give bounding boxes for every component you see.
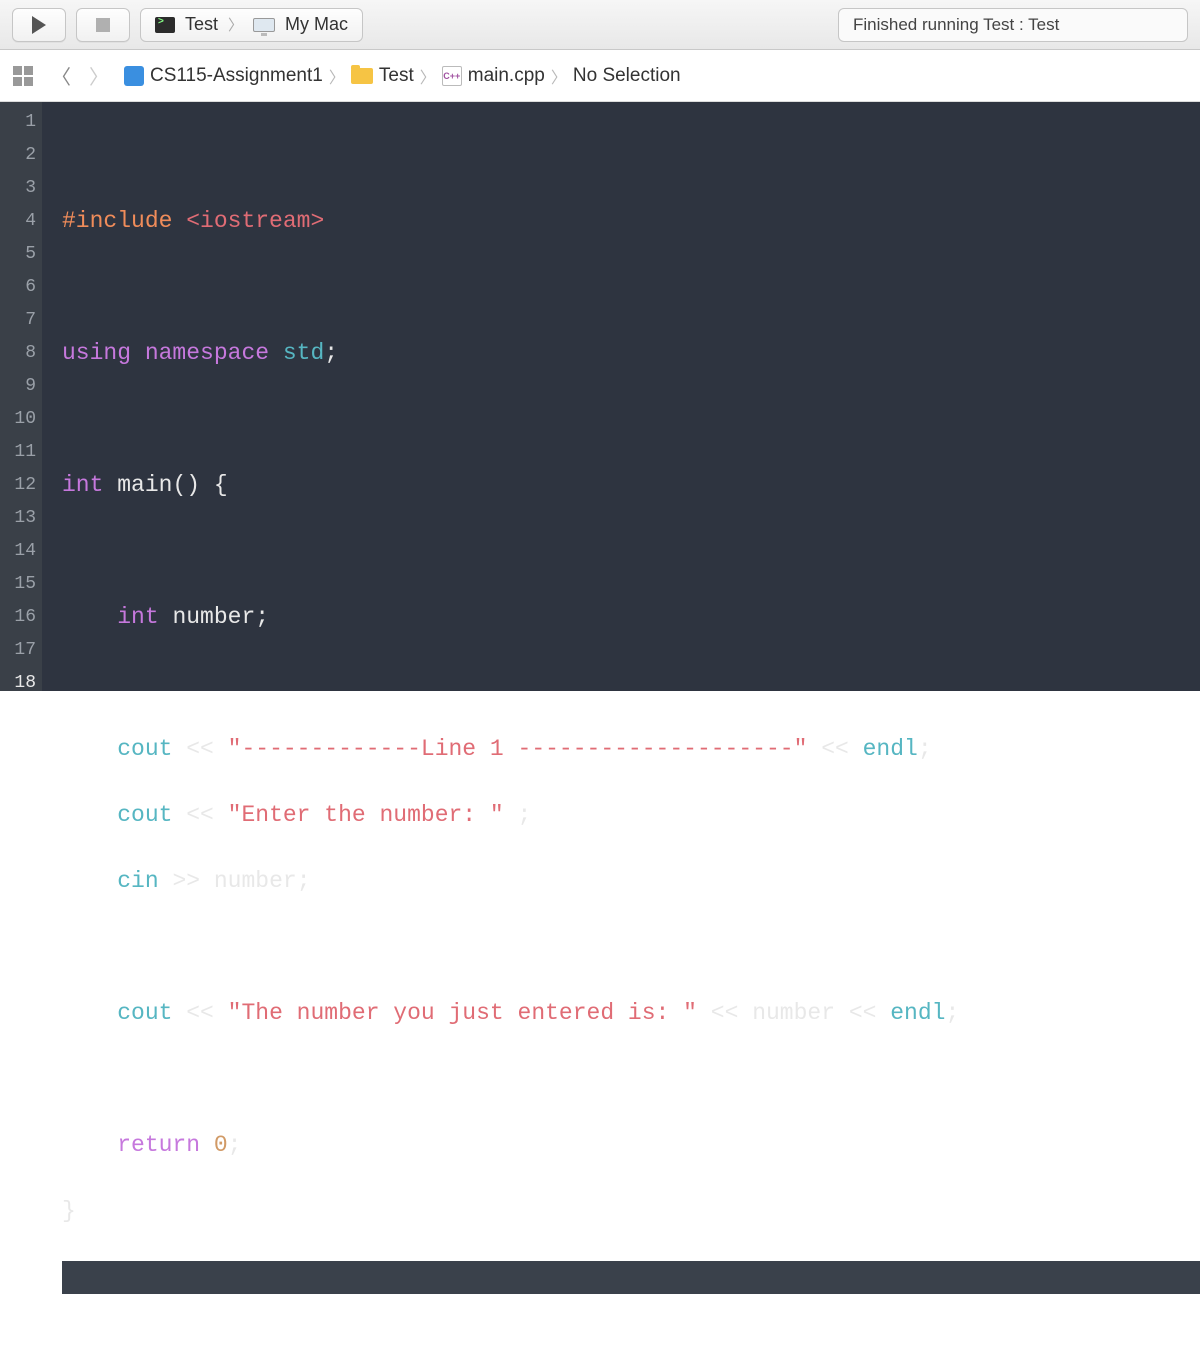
mac-icon xyxy=(253,18,275,32)
line-number: 15 xyxy=(0,568,36,601)
line-number: 16 xyxy=(0,601,36,634)
chevron-right-icon: 〉 xyxy=(329,64,345,88)
line-number: 10 xyxy=(0,403,36,436)
token-ident: number xyxy=(752,1000,835,1026)
code-editor[interactable]: 1 2 3 4 5 6 7 8 9 10 11 12 13 14 15 16 1… xyxy=(0,102,1200,691)
play-icon xyxy=(32,16,46,34)
token-op: << xyxy=(821,736,849,762)
scheme-device-label: My Mac xyxy=(285,14,348,35)
token-keyword: namespace xyxy=(145,340,269,366)
scheme-selector[interactable]: Test 〉 My Mac xyxy=(140,8,363,42)
token-preproc: #include xyxy=(62,208,172,234)
folder-icon xyxy=(351,68,373,84)
line-number-gutter: 1 2 3 4 5 6 7 8 9 10 11 12 13 14 15 16 1… xyxy=(0,102,42,691)
token-type: cin xyxy=(117,868,158,894)
line-number: 11 xyxy=(0,436,36,469)
token-op: >> xyxy=(172,868,200,894)
status-text: Finished running Test : Test xyxy=(853,15,1059,35)
line-number: 9 xyxy=(0,370,36,403)
token-keyword: using xyxy=(62,340,131,366)
line-number: 4 xyxy=(0,205,36,238)
stop-icon xyxy=(96,18,110,32)
token-op: << xyxy=(186,802,214,828)
line-number: 2 xyxy=(0,139,36,172)
project-icon xyxy=(124,66,144,86)
scheme-target-label: Test xyxy=(185,14,218,35)
token-type: cout xyxy=(117,1000,172,1026)
token-op: << xyxy=(186,736,214,762)
breadcrumb-selection[interactable]: No Selection xyxy=(573,65,681,87)
token-keyword: int xyxy=(62,472,103,498)
run-button[interactable] xyxy=(12,8,66,42)
line-number: 1 xyxy=(0,106,36,139)
breadcrumb-project[interactable]: CS115-Assignment1 xyxy=(150,65,323,87)
status-bar: Finished running Test : Test xyxy=(838,8,1188,42)
token-op: ; xyxy=(518,802,532,828)
line-number: 5 xyxy=(0,238,36,271)
token-string: "-------------Line 1 -------------------… xyxy=(228,736,808,762)
toolbar: Test 〉 My Mac Finished running Test : Te… xyxy=(0,0,1200,50)
line-number: 3 xyxy=(0,172,36,205)
line-number: 17 xyxy=(0,634,36,667)
line-number: 6 xyxy=(0,271,36,304)
chevron-right-icon: 〉 xyxy=(551,64,567,88)
breadcrumb-file[interactable]: main.cpp xyxy=(468,65,545,87)
line-number: 12 xyxy=(0,469,36,502)
token-ident: number; xyxy=(172,604,269,630)
related-items-button[interactable] xyxy=(10,63,36,89)
token-brace: } xyxy=(62,1198,76,1224)
token-keyword: return xyxy=(117,1132,200,1158)
line-number: 14 xyxy=(0,535,36,568)
forward-button[interactable]: 〉 xyxy=(86,63,112,89)
token-op: << xyxy=(849,1000,877,1026)
line-number: 7 xyxy=(0,304,36,337)
breadcrumb-folder[interactable]: Test xyxy=(379,65,414,87)
token-type: cout xyxy=(117,802,172,828)
line-number: 18 xyxy=(0,667,36,700)
code-area[interactable]: #include <iostream> using namespace std;… xyxy=(42,102,1200,691)
token-ident: main() { xyxy=(117,472,227,498)
token-string: "Enter the number: " xyxy=(228,802,504,828)
token-string: "The number you just entered is: " xyxy=(228,1000,697,1026)
chevron-right-icon: 〉 xyxy=(228,14,243,35)
token-type: endl xyxy=(890,1000,945,1026)
current-line xyxy=(62,1261,1200,1294)
chevron-right-icon: 〉 xyxy=(420,64,436,88)
breadcrumb: CS115-Assignment1 〉 Test 〉 C++ main.cpp … xyxy=(124,64,681,88)
token-type: std xyxy=(283,340,324,366)
token-include: <iostream> xyxy=(186,208,324,234)
back-button[interactable]: 〈 xyxy=(48,63,74,89)
token-op: << xyxy=(711,1000,739,1026)
line-number: 8 xyxy=(0,337,36,370)
jump-bar: 〈 〉 CS115-Assignment1 〉 Test 〉 C++ main.… xyxy=(0,50,1200,102)
stop-button[interactable] xyxy=(76,8,130,42)
terminal-icon xyxy=(155,17,175,33)
token-ident: number; xyxy=(214,868,311,894)
line-number: 13 xyxy=(0,502,36,535)
token-keyword: int xyxy=(117,604,158,630)
token-type: cout xyxy=(117,736,172,762)
token-number: 0 xyxy=(214,1132,228,1158)
token-type: endl xyxy=(863,736,918,762)
token-op: << xyxy=(186,1000,214,1026)
cpp-file-icon: C++ xyxy=(442,66,462,86)
